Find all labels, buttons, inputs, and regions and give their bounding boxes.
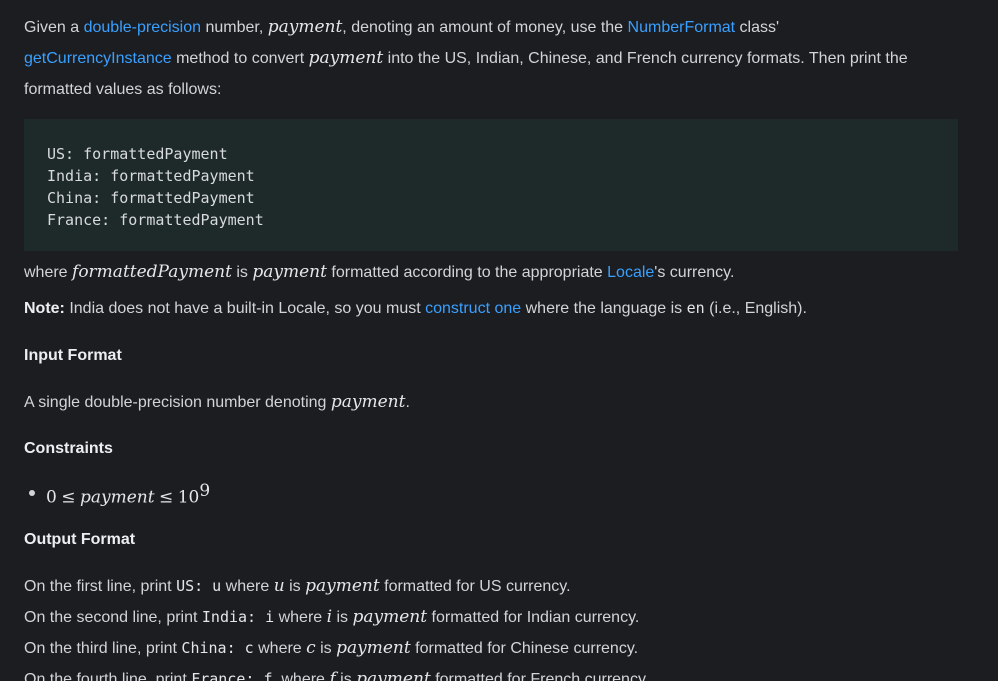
input-format-heading: Input Format: [24, 347, 122, 364]
output-text: where: [221, 578, 274, 596]
sample-output-code-block: US: formattedPayment India: formattedPay…: [24, 119, 958, 251]
output-text: is: [284, 578, 306, 596]
en-code: en: [686, 299, 705, 317]
output-line: On the fourth line, print France: f, whe…: [24, 664, 964, 681]
note-text: (i.e., English).: [704, 300, 807, 317]
locale-link[interactable]: Locale: [607, 264, 654, 281]
constraints-heading: Constraints: [24, 440, 113, 457]
payment-variable: payment: [79, 487, 155, 508]
output-text: On the fourth line, print: [24, 671, 192, 681]
code-line: India: formattedPayment: [47, 167, 255, 185]
output-variable: u: [273, 576, 285, 597]
intro-text: Given a: [24, 19, 84, 36]
note-paragraph: Note: India does not have a built-in Loc…: [24, 293, 964, 324]
construct-one-link[interactable]: construct one: [425, 300, 521, 317]
constraint-le: ≤: [61, 487, 76, 508]
output-line: On the second line, print India: i where…: [24, 602, 964, 633]
output-code: US: u: [176, 577, 222, 596]
note-label: Note:: [24, 300, 65, 317]
constraints-list: 0 ≤ payment ≤ 109: [24, 479, 964, 510]
output-text: On the second line, print: [24, 609, 202, 627]
output-text: where: [253, 640, 307, 658]
output-text: is: [335, 671, 357, 681]
formatted-payment-variable: formattedPayment: [72, 262, 232, 282]
intro-text: , denoting an amount of money, use the: [342, 19, 628, 36]
code-line: France: formattedPayment: [47, 211, 264, 229]
constraint-exponent: 9: [199, 481, 211, 501]
list-item: 0 ≤ payment ≤ 109: [24, 479, 964, 510]
output-format-heading: Output Format: [24, 531, 136, 549]
where-text: 's currency.: [654, 264, 735, 281]
code-line: US: formattedPayment: [47, 145, 228, 163]
output-code: China: c: [181, 639, 254, 658]
input-text: .: [405, 394, 410, 411]
constraint-base: 10: [177, 487, 200, 508]
payment-variable: payment: [356, 669, 431, 681]
intro-paragraph: Given a double-precision number, payment…: [24, 12, 964, 105]
output-format-lines: On the first line, print US: u where u i…: [24, 571, 964, 681]
output-code: France: f: [191, 670, 273, 681]
payment-variable: payment: [336, 638, 411, 659]
payment-variable: payment: [267, 17, 343, 37]
output-line: On the third line, print China: c where …: [24, 633, 964, 664]
payment-variable: payment: [330, 392, 406, 412]
intro-text: number,: [201, 19, 268, 36]
output-text: formatted for Chinese currency.: [410, 640, 639, 658]
where-text: where: [24, 264, 73, 281]
numberformat-link[interactable]: NumberFormat: [628, 19, 736, 36]
payment-variable: payment: [352, 607, 428, 628]
output-code: India: i: [201, 608, 275, 627]
output-text: , where: [272, 671, 330, 681]
where-text: formatted according to the appropriate: [326, 264, 608, 281]
output-variable: c: [306, 638, 316, 659]
getcurrencyinstance-link[interactable]: getCurrencyInstance: [24, 50, 172, 67]
double-precision-link[interactable]: double-precision: [84, 19, 201, 36]
output-text: On the third line, print: [24, 640, 182, 658]
output-text: where: [274, 609, 327, 627]
intro-text: method to convert: [171, 50, 309, 67]
note-text: India does not have a built-in Locale, s…: [64, 300, 426, 317]
output-text: is: [315, 640, 337, 658]
note-text: where the language is: [521, 300, 687, 317]
constraint-zero: 0: [46, 487, 57, 508]
output-text: formatted for Indian currency.: [427, 609, 640, 627]
output-text: formatted for US currency.: [379, 578, 571, 596]
output-text: On the first line, print: [24, 578, 177, 596]
output-text: is: [332, 609, 353, 627]
code-line: China: formattedPayment: [47, 189, 255, 207]
output-text: formatted for French currency.: [430, 671, 650, 681]
payment-variable: payment: [305, 576, 380, 597]
where-text: is: [231, 264, 253, 281]
payment-variable: payment: [252, 262, 327, 282]
constraint-le: ≤: [159, 487, 174, 508]
where-paragraph: where formattedPayment is payment format…: [24, 257, 964, 288]
problem-statement: Given a double-precision number, payment…: [24, 12, 964, 681]
intro-text: class': [735, 19, 780, 36]
input-format-description: A single double-precision number denotin…: [24, 387, 964, 418]
input-text: A single double-precision number denotin…: [24, 394, 331, 411]
payment-variable: payment: [308, 48, 384, 68]
output-line: On the first line, print US: u where u i…: [24, 571, 964, 602]
